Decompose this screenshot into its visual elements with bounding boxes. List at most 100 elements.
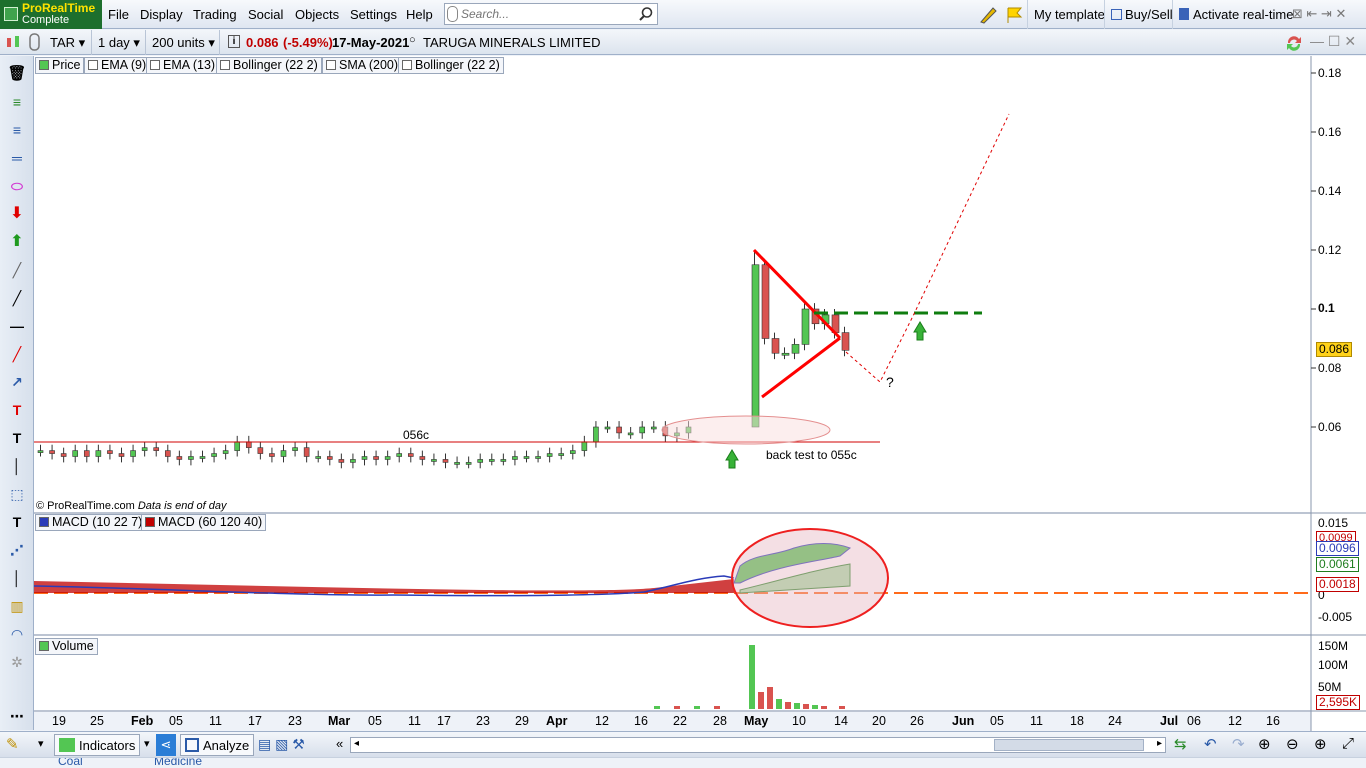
horizontal-scrollbar[interactable]: ◂ ▸: [350, 737, 1166, 753]
pitchfork-icon[interactable]: ⋰: [7, 540, 27, 560]
search-box[interactable]: [444, 3, 658, 25]
pen-icon[interactable]: [978, 5, 998, 25]
activate-realtime-button[interactable]: Activate real-time: [1172, 0, 1293, 29]
search-icon[interactable]: [639, 7, 653, 21]
horizontal-tool-icon[interactable]: —: [7, 316, 27, 336]
screener-icon[interactable]: ▤ ▧ ⚒: [258, 736, 305, 753]
candle-body: [60, 453, 67, 457]
macd2-swatch-icon: [145, 517, 155, 527]
x-label: 25: [90, 714, 104, 728]
rectangle-tool-icon[interactable]: ⬚: [7, 484, 27, 504]
menu-social[interactable]: Social: [248, 0, 283, 29]
scroll-right-icon[interactable]: ▸: [1157, 738, 1162, 749]
channel-tool-icon[interactable]: ═: [7, 148, 27, 168]
legend-volume[interactable]: Volume: [35, 638, 98, 655]
y-label: 0.1: [1318, 301, 1335, 315]
menu-file[interactable]: File: [108, 0, 129, 29]
ellipse-tool-icon[interactable]: ⬭: [7, 176, 27, 196]
sell-arrow-icon[interactable]: ⬇: [7, 204, 27, 224]
volume-bar: [794, 703, 800, 709]
indicators-button[interactable]: Indicators: [54, 734, 141, 756]
timeframe-dropdown[interactable]: 1 day ▾: [92, 30, 146, 55]
legend-bollinger-2[interactable]: Bollinger (22 2): [398, 57, 504, 74]
x-label: 23: [288, 714, 302, 728]
volume-bar: [758, 692, 764, 709]
drawing-mode-icon[interactable]: ✎: [6, 735, 19, 753]
legend-sma200[interactable]: SMA (200): [322, 57, 403, 74]
strip-coal[interactable]: Coal: [58, 758, 83, 768]
legend-macd-1[interactable]: MACD (10 22 7): [35, 514, 147, 531]
candle-body: [477, 459, 484, 463]
legend-bollinger-1[interactable]: Bollinger (22 2): [216, 57, 322, 74]
text-tool-icon[interactable]: T: [7, 428, 27, 448]
units-dropdown[interactable]: 200 units ▾: [146, 30, 220, 55]
gann-icon[interactable]: ✲: [7, 652, 27, 672]
menu-display[interactable]: Display: [140, 0, 183, 29]
strip-medicine[interactable]: Medicine: [154, 758, 202, 768]
horizontal-line-tool-icon[interactable]: ≡: [7, 92, 27, 112]
buy-arrow-icon[interactable]: ⬆: [7, 232, 27, 252]
menu-trading[interactable]: Trading: [193, 0, 237, 29]
x-label: 12: [1228, 714, 1242, 728]
scroll-left-icon[interactable]: ◂: [354, 738, 359, 749]
zoom-fit-icon[interactable]: ⊕: [1258, 735, 1271, 753]
analyze-button[interactable]: Analyze: [180, 734, 255, 756]
link-icon[interactable]: [28, 33, 42, 52]
flag-icon[interactable]: [1004, 5, 1024, 25]
x-label: 24: [1108, 714, 1122, 728]
chart-area[interactable]: [34, 56, 1366, 731]
text-red-icon[interactable]: T: [7, 400, 27, 420]
zoom-in-icon[interactable]: ⊕: [1314, 735, 1327, 753]
legend-price-label: Price: [52, 58, 81, 72]
dropdown-arrow-icon[interactable]: ▾: [38, 737, 44, 750]
candle-body: [83, 450, 90, 457]
candle-body: [781, 352, 790, 356]
trendline-tool-icon[interactable]: ╱: [7, 288, 27, 308]
candle-body: [581, 441, 588, 451]
x-label: 28: [713, 714, 727, 728]
candle-type-icon[interactable]: [4, 34, 22, 51]
scrollbar-thumb[interactable]: [994, 739, 1144, 751]
legend-macd-2[interactable]: MACD (60 120 40): [141, 514, 267, 531]
candle-body: [188, 456, 194, 460]
search-input[interactable]: [461, 6, 637, 22]
legend-price[interactable]: Price: [35, 57, 85, 74]
info-icon[interactable]: i: [228, 35, 240, 48]
refresh-icon[interactable]: [1284, 34, 1304, 52]
auto-scale-icon[interactable]: ⇆: [1174, 735, 1187, 753]
more-tools-icon[interactable]: ⋯: [7, 706, 27, 726]
trash-icon[interactable]: 🗑: [7, 64, 27, 84]
candle-body: [373, 456, 379, 460]
window-controls-icon[interactable]: ⊠ ⇤ ⇥ ✕: [1292, 6, 1346, 22]
menu-objects[interactable]: Objects: [295, 0, 339, 29]
bars-tool-icon[interactable]: ▥: [7, 596, 27, 616]
undo-icon[interactable]: ↶: [1204, 735, 1217, 753]
scroll-left-fast-icon[interactable]: «: [336, 736, 343, 751]
share-icon[interactable]: ⋖: [156, 734, 176, 756]
buy-sell-button[interactable]: Buy/Sell: [1104, 0, 1173, 29]
ticker-dropdown[interactable]: TAR ▾: [44, 30, 92, 55]
legend-ema9[interactable]: EMA (9): [84, 57, 151, 74]
legend-bollinger1-label: Bollinger (22 2): [233, 58, 318, 72]
redo-icon[interactable]: ↷: [1232, 735, 1245, 753]
ruler-icon[interactable]: ╱: [7, 260, 27, 280]
indicators-dropdown-icon[interactable]: ▾: [144, 737, 150, 750]
arc-tool-icon[interactable]: ◠: [7, 624, 27, 644]
vertical-line2-icon[interactable]: │: [7, 568, 27, 588]
menu-help[interactable]: Help: [406, 0, 433, 29]
menu-settings[interactable]: Settings: [350, 0, 397, 29]
zoom-out-icon[interactable]: ⊖: [1286, 735, 1299, 753]
pane-controls-icon[interactable]: — ☐ ✕: [1310, 33, 1356, 50]
candle-body: [558, 453, 565, 456]
fullscreen-icon[interactable]: ⤢: [1342, 735, 1354, 752]
text-tool2-icon[interactable]: T: [7, 512, 27, 532]
vertical-line-icon[interactable]: │: [7, 456, 27, 476]
legend-ema13[interactable]: EMA (13): [146, 57, 220, 74]
checkbox-icon: [220, 60, 230, 70]
bottom-toolbar: ✎ ▾ Indicators ▾ ⋖ Analyze ▤ ▧ ⚒ « ◂ ▸ ⇆…: [0, 731, 1366, 757]
my-template-button[interactable]: My template: [1027, 0, 1105, 29]
segment-tool-icon[interactable]: ╱: [7, 344, 27, 364]
fib-tool-icon[interactable]: ≡: [7, 120, 27, 140]
candle-body: [141, 447, 148, 451]
regression-tool-icon[interactable]: ↗: [7, 372, 27, 392]
